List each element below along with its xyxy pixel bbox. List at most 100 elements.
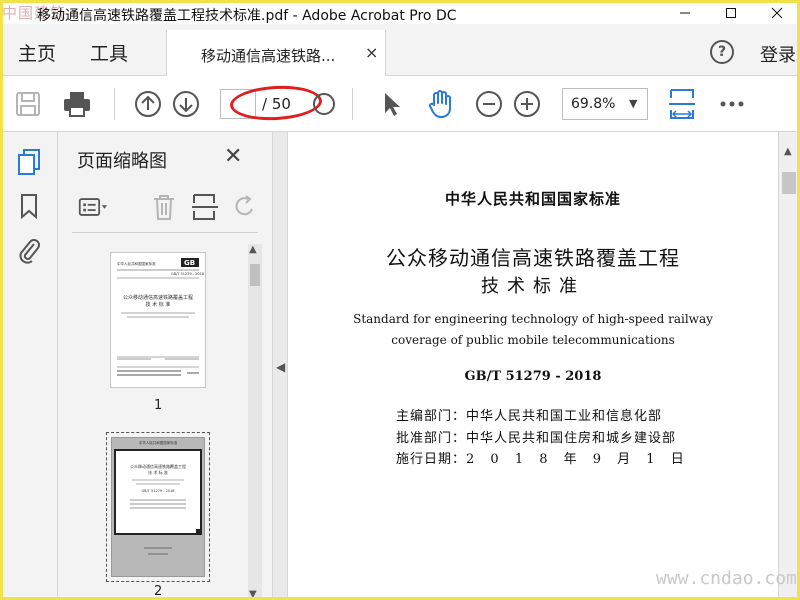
effective-value: 2 0 1 8 年 9 月 1 日 [466, 452, 690, 467]
scroll-up-arrow-icon[interactable]: ▲ [784, 146, 792, 157]
thumb-title: 公众移动通信高速铁路覆盖工程 [123, 294, 193, 301]
zoom-in-button[interactable] [511, 88, 543, 120]
thumbnails-panel: 页面缩略图 ✕ 中华人民共和国国家标准 GB GB/T 51279 - 2018… [58, 132, 272, 600]
window-title: 移动通信高速铁路覆盖工程技术标准.pdf - Adobe Acrobat Pro… [37, 8, 457, 24]
thumbnail-options-button[interactable] [78, 192, 108, 222]
english-title-line1: Standard for engineering technology of h… [353, 312, 713, 326]
effective-label: 施行日期： [396, 452, 467, 467]
sign-in-link[interactable]: 登录 [760, 41, 796, 67]
thumb2-code: GB/T 51279 - 2018 [141, 489, 174, 493]
toolbar-separator [352, 88, 353, 120]
zoom-value: 69.8% [571, 96, 616, 112]
delete-page-button[interactable] [149, 192, 179, 222]
rotate-icon [235, 195, 253, 216]
close-icon [771, 7, 783, 19]
page-thumbnail-1[interactable]: 中华人民共和国国家标准 GB GB/T 51279 - 2018 公众移动通信高… [110, 252, 206, 388]
document-title-line1: 公众移动通信高速铁路覆盖工程 [386, 246, 680, 270]
thumbnails-scroll-thumb[interactable] [250, 264, 260, 286]
print-button[interactable] [61, 88, 93, 120]
scroll-up-arrow-icon[interactable]: ▲ [249, 244, 257, 255]
select-tool-button[interactable] [376, 88, 408, 120]
document-page: 中华人民共和国国家标准 公众移动通信高速铁路覆盖工程 技术标准 Standard… [288, 132, 778, 600]
document-scroll-thumb[interactable] [782, 172, 796, 194]
more-tools-button[interactable] [716, 88, 748, 120]
options-menu-icon [78, 198, 108, 216]
thumb2-subtitle: 技 术 标 准 [148, 469, 168, 475]
zoom-in-partial-button[interactable] [308, 88, 340, 120]
arrow-down-circle-icon [173, 91, 199, 117]
attachments-rail-button[interactable] [15, 236, 43, 264]
thumb-header: 中华人民共和国国家标准 [117, 261, 156, 266]
document-title-line2: 技术标准 [481, 276, 585, 297]
arrow-up-circle-icon [135, 91, 161, 117]
hand-icon [429, 90, 451, 118]
hand-tool-button[interactable] [424, 88, 456, 120]
thumb2-header: 中华人民共和国国家标准 [139, 440, 178, 445]
approver-value: 中华人民共和国住房和城乡建设部 [466, 431, 677, 446]
thumbnail-2-label: 2 [154, 584, 163, 599]
next-page-button[interactable] [170, 88, 202, 120]
thumb-code: GB/T 51279 - 2018 [171, 272, 204, 276]
split-page-icon [192, 194, 218, 220]
rotate-page-button[interactable] [230, 192, 260, 222]
tab-bar: 主页 工具 移动通信高速铁路... × ? 登录 [0, 24, 800, 76]
chevron-down-icon: ▼ [629, 97, 638, 110]
standard-code: GB/T 51279 - 2018 [464, 369, 602, 384]
tab-tools[interactable]: 工具 [90, 39, 128, 66]
title-bar: 中国建筑 移动通信高速铁路覆盖工程技术标准.pdf - Adobe Acroba… [0, 0, 800, 24]
page-thumbnails-rail-button[interactable] [15, 148, 43, 176]
bookmark-icon [21, 194, 37, 219]
minimize-button[interactable] [662, 2, 708, 24]
zoom-out-button[interactable] [473, 88, 505, 120]
maximize-button[interactable] [708, 2, 754, 24]
english-title-line2: coverage of public mobile telecommunicat… [391, 333, 675, 347]
thumb-subtitle: 技 术 标 准 [146, 301, 171, 308]
thumbnail-1-label: 1 [154, 398, 163, 413]
approving-department: 批准部门：中华人民共和国住房和城乡建设部 [396, 427, 676, 446]
fit-page-button[interactable] [666, 88, 698, 120]
document-scrollbar[interactable]: ▲ [778, 132, 800, 600]
extract-page-button[interactable] [190, 192, 220, 222]
zoom-select[interactable]: 69.8% ▼ [562, 88, 648, 120]
page-thumbnail-2[interactable]: 中华人民共和国国家标准 公众移动通信高速铁路覆盖工程 技 术 标 准 GB/T … [106, 432, 210, 582]
editor-value: 中华人民共和国工业和信息化部 [466, 409, 663, 424]
collapse-left-arrow-icon: ◀ [276, 360, 286, 374]
close-tab-icon[interactable]: × [365, 43, 378, 62]
maximize-icon [726, 8, 736, 18]
tab-document[interactable]: 移动通信高速铁路... × [166, 30, 386, 76]
close-panel-icon[interactable]: ✕ [224, 144, 242, 169]
panel-title: 页面缩略图 [77, 151, 167, 172]
editor-department: 主编部门：中华人民共和国工业和信息化部 [396, 405, 662, 424]
approver-label: 批准部门： [396, 431, 467, 446]
document-tab-label: 移动通信高速铁路... [201, 47, 336, 65]
save-button[interactable] [12, 88, 44, 120]
close-window-button[interactable] [754, 2, 800, 24]
thumb-gb-badge: GB [184, 259, 195, 267]
print-icon [64, 92, 90, 117]
scroll-down-arrow-icon[interactable]: ▼ [249, 589, 257, 600]
fit-width-icon [669, 89, 695, 119]
toolbar: / 50 69.8% ▼ [0, 76, 800, 132]
plus-circle-icon [313, 93, 335, 115]
help-label: ? [717, 44, 727, 60]
thumbnail-1-preview: 中华人民共和国国家标准 GB GB/T 51279 - 2018 公众移动通信高… [117, 258, 204, 376]
tab-home[interactable]: 主页 [18, 39, 56, 66]
thumbnail-2-preview: 中华人民共和国国家标准 公众移动通信高速铁路覆盖工程 技 术 标 准 GB/T … [111, 437, 205, 577]
editor-label: 主编部门： [396, 409, 467, 424]
save-icon [16, 92, 40, 116]
thumbnail-2-graphic: 中华人民共和国国家标准 公众移动通信高速铁路覆盖工程 技 术 标 准 GB/T … [112, 438, 204, 576]
paperclip-icon [19, 239, 40, 264]
standard-header: 中华人民共和国国家标准 [444, 190, 621, 208]
trash-icon [154, 195, 174, 220]
panel-divider [72, 232, 258, 233]
help-icon[interactable]: ? [710, 40, 734, 64]
site-watermark: www.cndao.com [656, 568, 797, 589]
panel-collapse-handle[interactable]: ◀ [272, 132, 288, 600]
previous-page-button[interactable] [132, 88, 164, 120]
bookmarks-rail-button[interactable] [15, 192, 43, 220]
cursor-arrow-icon [385, 93, 400, 116]
thumbnails-scrollbar[interactable]: ▲ ▼ [248, 244, 262, 600]
minimize-icon [680, 12, 690, 14]
minus-circle-icon [476, 91, 502, 117]
more-dots-icon [720, 101, 744, 107]
